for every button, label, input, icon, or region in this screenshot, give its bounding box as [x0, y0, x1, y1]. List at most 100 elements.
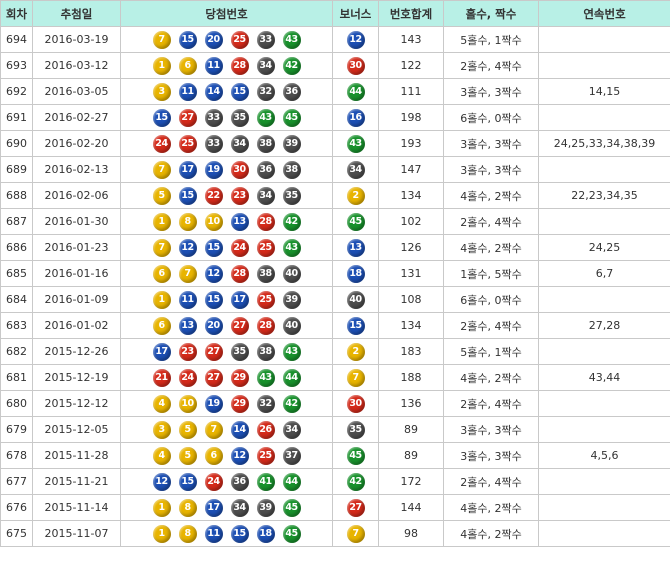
header-number-sum: 번호합계	[378, 0, 444, 27]
number-ball: 6	[178, 56, 197, 75]
consecutive-cell: 24,25,33,34,38,39	[538, 130, 670, 157]
number-ball: 41	[256, 472, 275, 491]
number-ball: 25	[230, 30, 249, 49]
number-ball: 33	[204, 108, 223, 127]
number-ball: 40	[282, 316, 301, 335]
winning-balls: 7 17 19 30 36 38	[122, 158, 332, 182]
number-ball: 42	[282, 56, 301, 75]
bonus-cell: 2	[332, 182, 379, 209]
table-header: 회차 추첨일 당첨번호 보너스 번호합계 홀수, 짝수 연속번호	[0, 0, 670, 27]
consecutive-cell	[538, 416, 670, 443]
date-cell: 2016-03-05	[32, 78, 121, 105]
table-row: 690 2016-02-20 24 25 33 34 38 39 43 193 3홀수, 3짝수 24…	[0, 130, 670, 157]
bonus-ball-wrap: 2	[334, 340, 378, 364]
number-sum-cell: 143	[378, 26, 444, 53]
number-ball: 21	[152, 368, 171, 387]
number-ball: 43	[282, 30, 301, 49]
consecutive-cell	[538, 208, 670, 235]
consecutive-cell	[538, 338, 670, 365]
number-ball: 4	[152, 394, 171, 413]
number-ball: 1	[152, 498, 171, 517]
winning-numbers-cell: 15 27 33 35 43 45	[120, 104, 333, 131]
bonus-ball: 27	[346, 498, 365, 517]
table-row: 685 2016-01-16 6 7 12 28 38 40 18 131 1홀수, 5짝수 6,7	[0, 260, 670, 287]
round-cell: 691	[0, 104, 33, 131]
winning-balls: 3 11 14 15 32 36	[122, 80, 332, 104]
number-ball: 17	[204, 498, 223, 517]
consecutive-cell	[538, 26, 670, 53]
number-ball: 11	[178, 82, 197, 101]
bonus-cell: 34	[332, 156, 379, 183]
round-cell: 677	[0, 468, 33, 495]
winning-numbers-cell: 1 11 15 17 25 39	[120, 286, 333, 313]
date-cell: 2016-01-16	[32, 260, 121, 287]
bonus-cell: 42	[332, 468, 379, 495]
winning-numbers-cell: 7 17 19 30 36 38	[120, 156, 333, 183]
number-ball: 38	[282, 160, 301, 179]
table-row: 681 2015-12-19 21 24 27 29 43 44 7 188 4홀수, 2짝수 43,…	[0, 364, 670, 391]
bonus-ball: 7	[346, 368, 365, 387]
winning-numbers-cell: 4 10 19 29 32 42	[120, 390, 333, 417]
round-cell: 694	[0, 26, 33, 53]
number-ball: 24	[230, 238, 249, 257]
odd-even-cell: 3홀수, 3짝수	[443, 156, 539, 183]
date-cell: 2016-02-20	[32, 130, 121, 157]
round-cell: 685	[0, 260, 33, 287]
number-ball: 7	[152, 160, 171, 179]
winning-balls: 6 7 12 28 38 40	[122, 262, 332, 286]
winning-balls: 24 25 33 34 38 39	[122, 132, 332, 156]
number-ball: 10	[178, 394, 197, 413]
bonus-cell: 7	[332, 364, 379, 391]
winning-numbers-cell: 17 23 27 35 38 43	[120, 338, 333, 365]
number-ball: 13	[230, 212, 249, 231]
winning-numbers-cell: 21 24 27 29 43 44	[120, 364, 333, 391]
consecutive-cell: 14,15	[538, 78, 670, 105]
number-ball: 28	[256, 316, 275, 335]
odd-even-cell: 4홀수, 2짝수	[443, 364, 539, 391]
winning-numbers-cell: 7 15 20 25 33 43	[120, 26, 333, 53]
odd-even-cell: 4홀수, 2짝수	[443, 520, 539, 547]
table-row: 676 2015-11-14 1 8 17 34 39 45 27 144 4홀수, 2짝수	[0, 494, 670, 521]
number-ball: 5	[178, 446, 197, 465]
consecutive-cell	[538, 156, 670, 183]
consecutive-cell	[538, 520, 670, 547]
number-ball: 45	[282, 524, 301, 543]
number-ball: 12	[178, 238, 197, 257]
number-ball: 26	[256, 420, 275, 439]
winning-numbers-cell: 3 5 7 14 26 34	[120, 416, 333, 443]
winning-numbers-cell: 5 15 22 23 34 35	[120, 182, 333, 209]
number-ball: 15	[230, 524, 249, 543]
header-round: 회차	[0, 0, 33, 27]
number-ball: 11	[204, 524, 223, 543]
bonus-ball: 13	[346, 238, 365, 257]
number-ball: 15	[178, 30, 197, 49]
number-ball: 7	[152, 238, 171, 257]
number-sum-cell: 98	[378, 520, 444, 547]
table-row: 675 2015-11-07 1 8 11 15 18 45 7 98 4홀수, 2짝수	[0, 520, 670, 547]
date-cell: 2015-12-19	[32, 364, 121, 391]
number-sum-cell: 193	[378, 130, 444, 157]
number-ball: 35	[230, 108, 249, 127]
number-ball: 25	[256, 446, 275, 465]
date-cell: 2015-12-05	[32, 416, 121, 443]
bonus-cell: 30	[332, 390, 379, 417]
number-ball: 27	[204, 342, 223, 361]
number-ball: 36	[256, 160, 275, 179]
winning-balls: 15 27 33 35 43 45	[122, 106, 332, 130]
number-sum-cell: 126	[378, 234, 444, 261]
bonus-ball-wrap: 16	[334, 106, 378, 130]
bonus-cell: 15	[332, 312, 379, 339]
winning-numbers-cell: 6 7 12 28 38 40	[120, 260, 333, 287]
number-ball: 45	[282, 498, 301, 517]
winning-numbers-cell: 24 25 33 34 38 39	[120, 130, 333, 157]
odd-even-cell: 2홀수, 4짝수	[443, 390, 539, 417]
number-ball: 24	[178, 368, 197, 387]
number-ball: 28	[256, 212, 275, 231]
number-sum-cell: 122	[378, 52, 444, 79]
number-ball: 34	[282, 420, 301, 439]
number-ball: 27	[204, 368, 223, 387]
winning-balls: 3 5 7 14 26 34	[122, 418, 332, 442]
table-row: 682 2015-12-26 17 23 27 35 38 43 2 183 5홀수, 1짝수	[0, 338, 670, 365]
table-row: 687 2016-01-30 1 8 10 13 28 42 45 102 2홀수, 4짝수	[0, 208, 670, 235]
number-ball: 19	[204, 160, 223, 179]
